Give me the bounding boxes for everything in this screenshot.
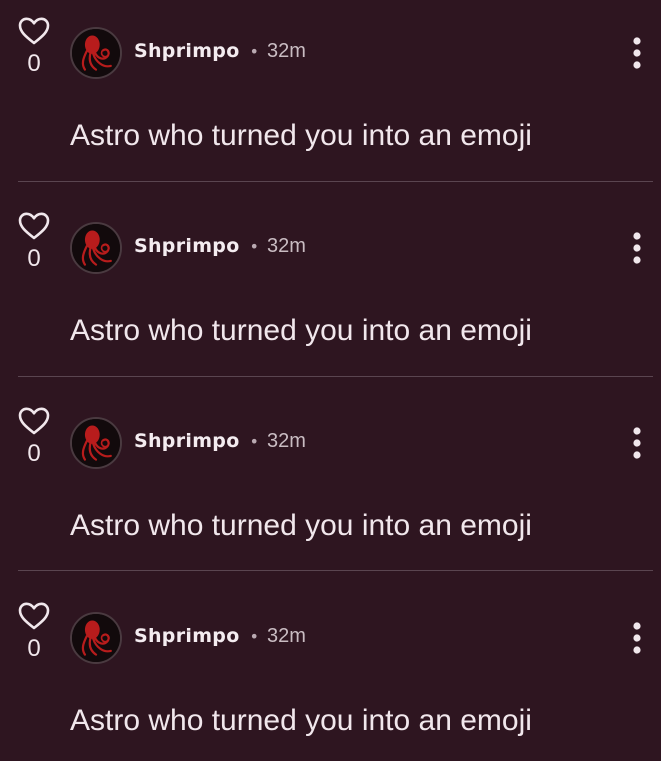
like-button[interactable]: 0 [14,406,54,466]
octopus-avatar-icon [72,29,120,77]
post-text: Astro who turned you into an emoji [70,314,532,347]
avatar[interactable] [70,222,122,274]
like-count: 0 [27,635,41,662]
timestamp: 32m [266,430,306,452]
post-divider [18,181,653,182]
avatar[interactable] [70,27,122,79]
octopus-avatar-icon [72,419,120,467]
post-menu-button[interactable] [625,426,649,460]
avatar[interactable] [70,417,122,469]
like-count: 0 [27,245,41,272]
post-menu-button[interactable] [625,621,649,655]
post-card[interactable]: 0 Shprimpo • 32m Astro who turned you into… [0,195,661,390]
post-feed: 0 Shprimpo • 32m Astro who turned you into… [0,0,661,761]
avatar[interactable] [70,612,122,664]
separator-dot: • [249,237,259,256]
username[interactable]: Shprimpo [134,235,240,257]
like-button[interactable]: 0 [14,601,54,661]
post-text: Astro who turned you into an emoji [70,509,532,542]
more-vertical-icon[interactable] [625,36,649,70]
timestamp: 32m [266,625,306,647]
post-text: Astro who turned you into an emoji [70,119,532,152]
octopus-avatar-icon [72,614,120,662]
post-card[interactable]: 0 Shprimpo • 32m Astro who turned you into… [0,0,661,195]
username[interactable]: Shprimpo [134,430,240,452]
post-card[interactable]: 0 Shprimpo • 32m Astro who turned you into… [0,390,661,585]
timestamp: 32m [266,40,306,62]
post-meta: Shprimpo • 32m [134,233,306,260]
separator-dot: • [249,627,259,646]
username[interactable]: Shprimpo [134,625,240,647]
heart-outline-icon[interactable] [17,601,51,631]
post-meta: Shprimpo • 32m [134,623,306,650]
post-card[interactable]: 0 Shprimpo • 32m Astro who turned you into… [0,585,661,761]
more-vertical-icon[interactable] [625,231,649,265]
post-meta: Shprimpo • 32m [134,428,306,455]
timestamp: 32m [266,235,306,257]
username[interactable]: Shprimpo [134,40,240,62]
like-count: 0 [27,440,41,467]
post-menu-button[interactable] [625,231,649,265]
post-divider [18,570,653,571]
heart-outline-icon[interactable] [17,211,51,241]
like-button[interactable]: 0 [14,16,54,76]
separator-dot: • [249,42,259,61]
more-vertical-icon[interactable] [625,426,649,460]
like-count: 0 [27,50,41,77]
more-vertical-icon[interactable] [625,621,649,655]
post-meta: Shprimpo • 32m [134,38,306,65]
like-button[interactable]: 0 [14,211,54,271]
heart-outline-icon[interactable] [17,406,51,436]
separator-dot: • [249,432,259,451]
heart-outline-icon[interactable] [17,16,51,46]
post-menu-button[interactable] [625,36,649,70]
post-divider [18,376,653,377]
post-text: Astro who turned you into an emoji [70,704,532,737]
octopus-avatar-icon [72,224,120,272]
